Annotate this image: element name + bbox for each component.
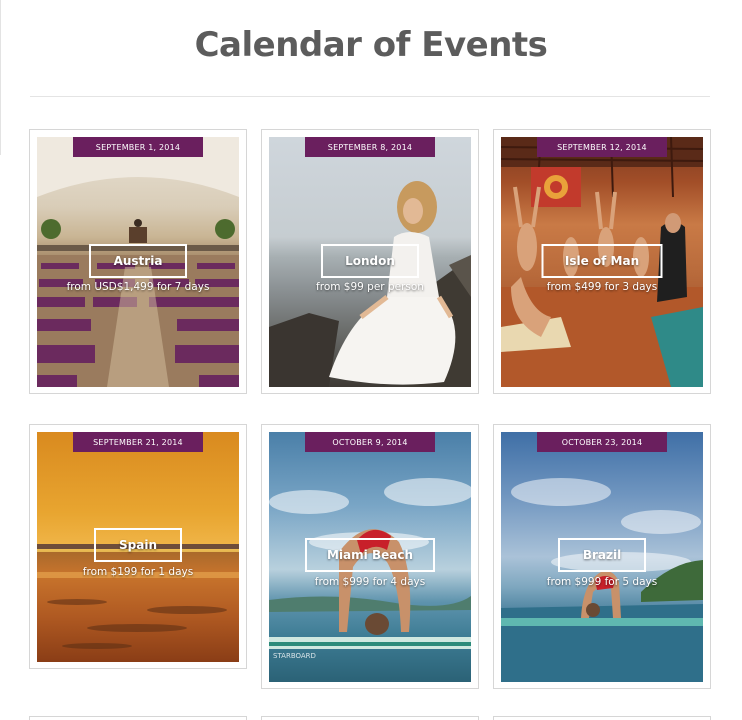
event-photo-london[interactable]: SEPTEMBER 8, 2014 London from $99 per pe… — [269, 137, 471, 387]
event-location-button[interactable]: London — [321, 244, 419, 278]
event-price: from $99 per person — [316, 281, 424, 293]
event-price: from $199 for 1 days — [82, 566, 194, 578]
event-card-london[interactable]: SEPTEMBER 8, 2014 London from $99 per pe… — [261, 129, 479, 394]
event-date-badge: SEPTEMBER 21, 2014 — [73, 432, 203, 452]
event-price: from USD$1,499 for 7 days — [66, 281, 210, 293]
events-page: Calendar of Events SEPTEMBER 1, 2014 Aus… — [0, 0, 742, 720]
next-row-card-top — [261, 716, 479, 720]
title-divider — [30, 96, 710, 97]
event-card-brazil[interactable]: OCTOBER 23, 2014 Brazil from $999 for 5 … — [493, 424, 711, 689]
event-price: from $999 for 4 days — [314, 576, 426, 588]
event-date-badge: SEPTEMBER 8, 2014 — [305, 137, 435, 157]
event-date-badge: SEPTEMBER 12, 2014 — [537, 137, 667, 157]
event-location-button[interactable]: Isle of Man — [541, 244, 663, 278]
svg-text:STARBOARD: STARBOARD — [273, 652, 316, 660]
event-date-badge: OCTOBER 9, 2014 — [305, 432, 435, 452]
event-photo-brazil[interactable]: OCTOBER 23, 2014 Brazil from $999 for 5 … — [501, 432, 703, 682]
event-photo-isle-of-man[interactable]: SEPTEMBER 12, 2014 Isle of Man from $499… — [501, 137, 703, 387]
event-location-button[interactable]: Spain — [94, 528, 182, 562]
event-card-austria[interactable]: SEPTEMBER 1, 2014 Austria from USD$1,499… — [29, 129, 247, 394]
event-date-badge: OCTOBER 23, 2014 — [537, 432, 667, 452]
event-photo-spain[interactable]: SEPTEMBER 21, 2014 Spain from $199 for 1… — [37, 432, 239, 662]
next-row-card-top — [29, 716, 247, 720]
event-price: from $499 for 3 days — [546, 281, 658, 293]
event-location-button[interactable]: Miami Beach — [305, 538, 435, 572]
page-title: Calendar of Events — [194, 25, 548, 65]
event-location-button[interactable]: Brazil — [558, 538, 646, 572]
event-photo-austria[interactable]: SEPTEMBER 1, 2014 Austria from USD$1,499… — [37, 137, 239, 387]
event-price: from $999 for 5 days — [546, 576, 658, 588]
next-row-card-top — [493, 716, 711, 720]
left-border — [0, 0, 1, 155]
event-location-button[interactable]: Austria — [89, 244, 187, 278]
event-date-badge: SEPTEMBER 1, 2014 — [73, 137, 203, 157]
event-card-miami-beach[interactable]: STARBOARD OCTOBER 9, 2014 Miami Beach fr… — [261, 424, 479, 689]
event-card-isle-of-man[interactable]: SEPTEMBER 12, 2014 Isle of Man from $499… — [493, 129, 711, 394]
event-photo-miami-beach[interactable]: STARBOARD OCTOBER 9, 2014 Miami Beach fr… — [269, 432, 471, 682]
event-card-spain[interactable]: SEPTEMBER 21, 2014 Spain from $199 for 1… — [29, 424, 247, 669]
